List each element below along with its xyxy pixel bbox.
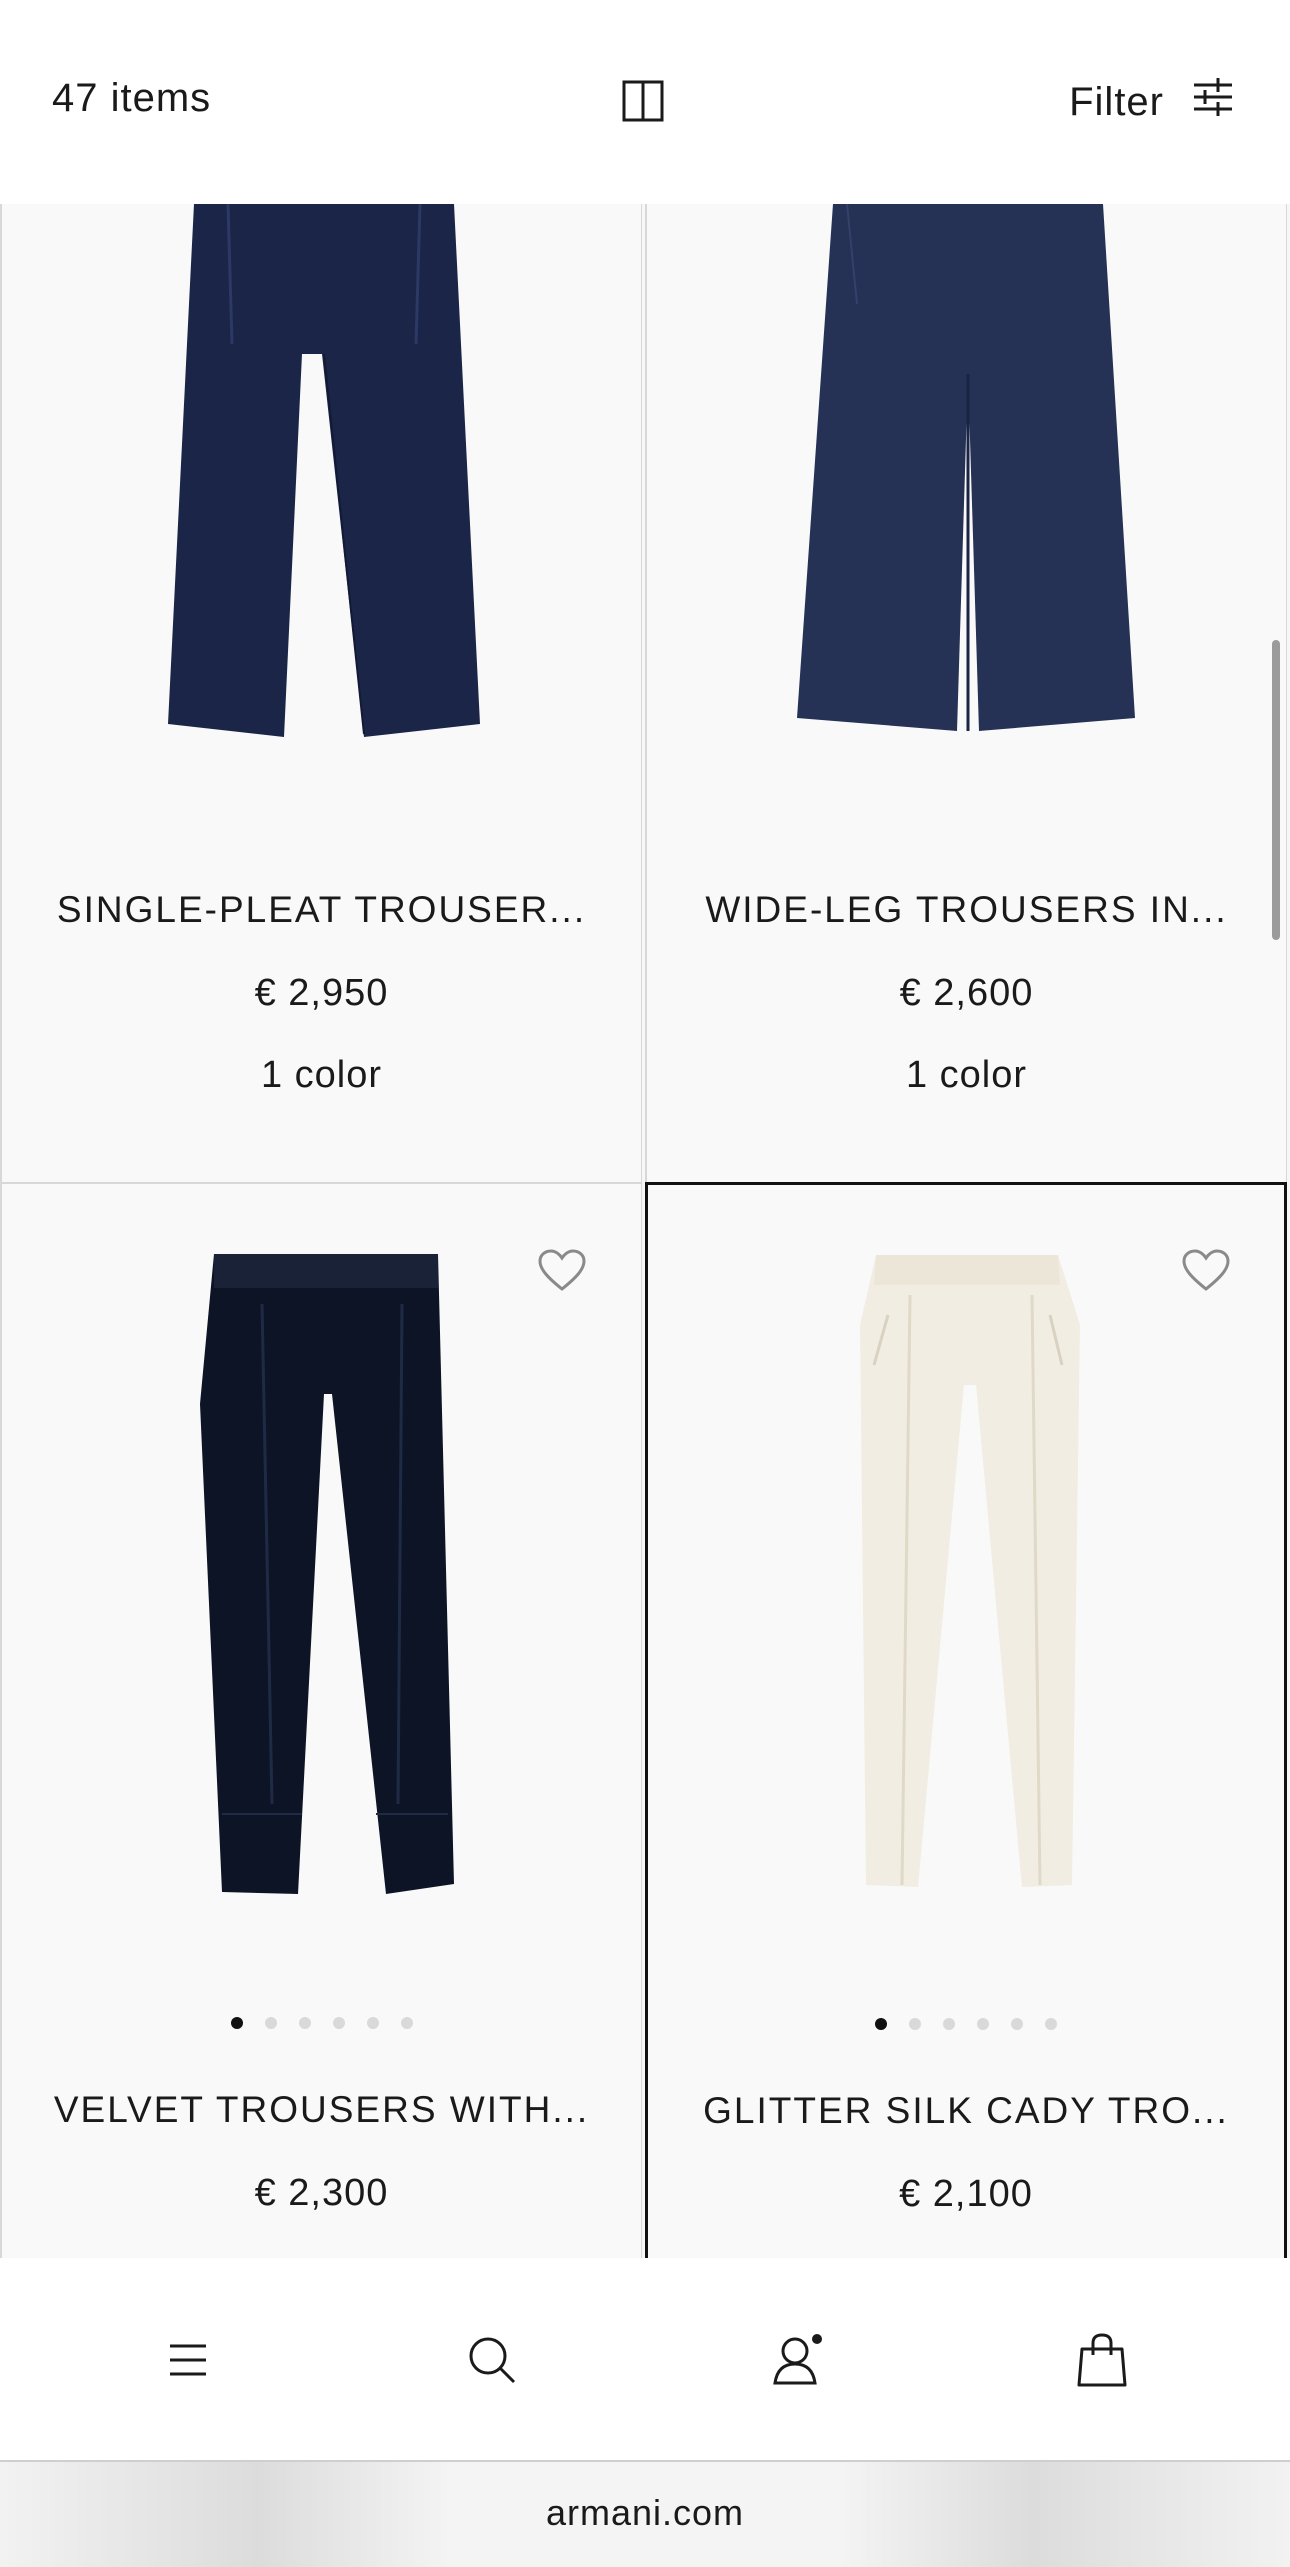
product-card[interactable]: VELVET TROUSERS WITH... € 2,300 bbox=[0, 1184, 642, 2258]
product-price: € 2,100 bbox=[899, 2173, 1033, 2215]
carousel-dot[interactable] bbox=[875, 2018, 887, 2030]
carousel-dot[interactable] bbox=[400, 2017, 413, 2029]
carousel-dot[interactable] bbox=[366, 2017, 379, 2029]
image-carousel-dots[interactable] bbox=[2, 2017, 641, 2029]
browser-url-bar[interactable]: armani.com bbox=[0, 2462, 1290, 2567]
filter-label: Filter bbox=[1069, 79, 1164, 124]
product-card[interactable]: WIDE-LEG TROUSERS IN... € 2,600 1 color bbox=[645, 204, 1287, 1184]
product-name[interactable]: SINGLE-PLEAT TROUSER... bbox=[2, 889, 641, 931]
carousel-dot[interactable] bbox=[264, 2017, 277, 2029]
menu-icon[interactable] bbox=[148, 2320, 228, 2400]
product-name[interactable]: VELVET TROUSERS WITH... bbox=[2, 2089, 641, 2131]
carousel-dot[interactable] bbox=[298, 2017, 311, 2029]
carousel-dot[interactable] bbox=[230, 2017, 243, 2029]
product-price: € 2,300 bbox=[254, 2172, 389, 2214]
grid-layout-toggle-icon[interactable] bbox=[622, 80, 664, 122]
image-carousel-dots[interactable] bbox=[648, 2018, 1284, 2030]
page-scrollbar[interactable] bbox=[1272, 640, 1280, 940]
filter-button[interactable]: Filter bbox=[1069, 70, 1234, 134]
product-grid: SINGLE-PLEAT TROUSER... € 2,950 1 color … bbox=[0, 204, 1290, 2258]
bottom-navigation bbox=[0, 2258, 1290, 2462]
carousel-dot[interactable] bbox=[943, 2018, 955, 2030]
carousel-dot[interactable] bbox=[909, 2018, 921, 2030]
product-image[interactable] bbox=[648, 1245, 1284, 1945]
carousel-dot[interactable] bbox=[1045, 2018, 1057, 2030]
account-icon[interactable] bbox=[758, 2320, 838, 2400]
bag-icon[interactable] bbox=[1062, 2320, 1142, 2400]
product-name[interactable]: GLITTER SILK CADY TRO... bbox=[648, 2090, 1284, 2132]
product-image[interactable] bbox=[2, 1244, 641, 1944]
product-card[interactable]: SINGLE-PLEAT TROUSER... € 2,950 1 color bbox=[0, 204, 642, 1184]
product-image[interactable] bbox=[2, 204, 641, 764]
product-color-count: 1 color bbox=[905, 1054, 1028, 1096]
item-count: 47 items bbox=[52, 76, 212, 120]
sliders-icon bbox=[1192, 77, 1234, 127]
carousel-dot[interactable] bbox=[332, 2017, 345, 2029]
product-card[interactable]: GLITTER SILK CADY TRO... € 2,100 bbox=[645, 1182, 1287, 2258]
product-price: € 2,950 bbox=[254, 972, 389, 1014]
url-text[interactable]: armani.com bbox=[0, 2492, 1290, 2534]
search-icon[interactable] bbox=[452, 2320, 532, 2400]
carousel-dot[interactable] bbox=[1011, 2018, 1023, 2030]
product-image[interactable] bbox=[647, 204, 1286, 764]
product-name[interactable]: WIDE-LEG TROUSERS IN... bbox=[647, 889, 1286, 931]
product-price: € 2,600 bbox=[899, 972, 1034, 1014]
carousel-dot[interactable] bbox=[977, 2018, 989, 2030]
product-color-count: 1 color bbox=[260, 1054, 383, 1096]
listing-header: 47 items Filter bbox=[0, 0, 1290, 204]
